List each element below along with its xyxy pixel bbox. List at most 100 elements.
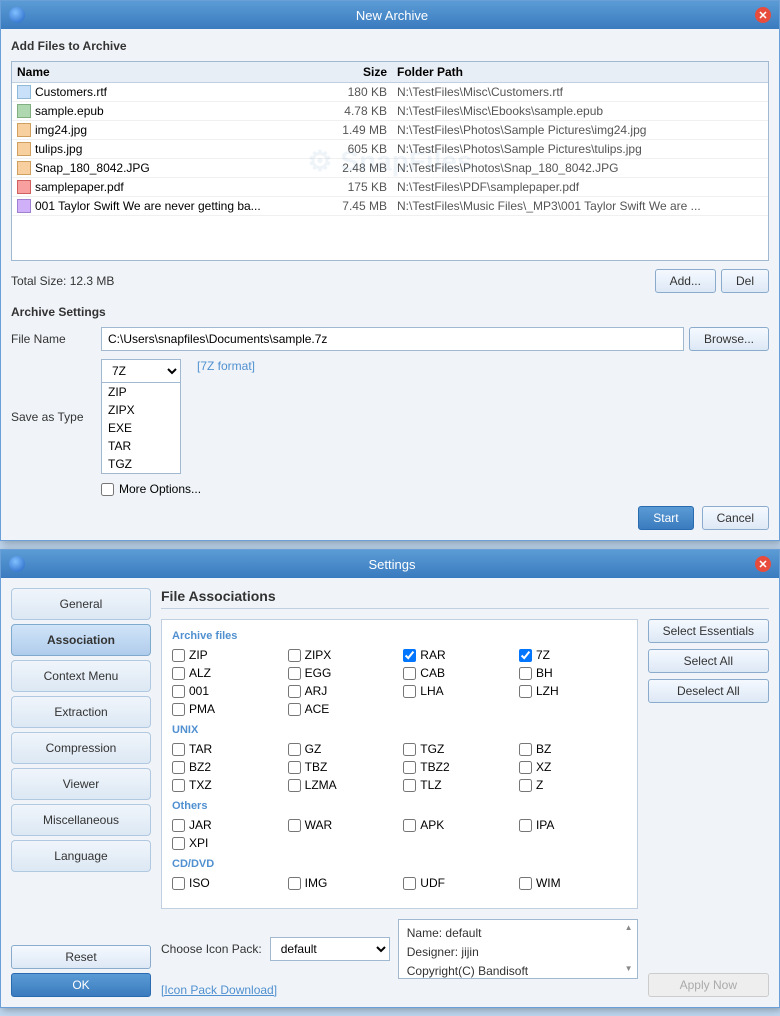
file-list-header: Name Size Folder Path [12, 62, 768, 83]
settings-inner-main: Archive files ZIP ZIPX RAR 7Z ALZ EGG CA… [161, 619, 638, 997]
file-name: Snap_180_8042.JPG [35, 161, 150, 175]
select-all-button[interactable]: Select All [648, 649, 769, 673]
cddvd-group-title: CD/DVD [172, 858, 627, 870]
browse-button[interactable]: Browse... [689, 327, 769, 351]
table-row[interactable]: Customers.rtf 180 KB N:\TestFiles\Misc\C… [12, 83, 768, 102]
cb-tgz-input[interactable] [403, 743, 416, 756]
cb-zip-input[interactable] [172, 649, 185, 662]
reset-button[interactable]: Reset [11, 945, 151, 969]
more-options-checkbox[interactable] [101, 483, 114, 496]
cb-tlz-input[interactable] [403, 779, 416, 792]
settings-window-icon [9, 556, 25, 572]
archive-window: New Archive ✕ Add Files to Archive Name … [0, 0, 780, 541]
cb-bz2-input[interactable] [172, 761, 185, 774]
deselect-all-button[interactable]: Deselect All [648, 679, 769, 703]
cb-tar-input[interactable] [172, 743, 185, 756]
file-icon [17, 123, 31, 137]
archive-close-button[interactable]: ✕ [755, 7, 771, 23]
sidebar-item-viewer[interactable]: Viewer [11, 768, 151, 800]
cb-lzh-input[interactable] [519, 685, 532, 698]
sidebar-item-general[interactable]: General [11, 588, 151, 620]
start-button[interactable]: Start [638, 506, 693, 530]
total-size-text: Total Size: 12.3 MB [11, 274, 114, 288]
dropdown-item-zipx[interactable]: ZIPX [102, 401, 180, 419]
cb-zipx-input[interactable] [288, 649, 301, 662]
cb-xz-input[interactable] [519, 761, 532, 774]
cb-001-input[interactable] [172, 685, 185, 698]
cb-tbz-input[interactable] [288, 761, 301, 774]
cb-egg-input[interactable] [288, 667, 301, 680]
dropdown-item-zip[interactable]: ZIP [102, 383, 180, 401]
settings-title-bar: Settings ✕ [1, 550, 779, 578]
cb-gz-input[interactable] [288, 743, 301, 756]
archive-title: New Archive [29, 8, 755, 23]
cb-apk-input[interactable] [403, 819, 416, 832]
cb-rar-input[interactable] [403, 649, 416, 662]
cb-bh-input[interactable] [519, 667, 532, 680]
dropdown-item-tar[interactable]: TAR [102, 437, 180, 455]
sidebar-item-miscellaneous[interactable]: Miscellaneous [11, 804, 151, 836]
add-button[interactable]: Add... [655, 269, 716, 293]
scroll-down-arrow: ▼ [625, 963, 633, 976]
cb-wim: WIM [519, 876, 627, 890]
sidebar-item-context[interactable]: Context Menu [11, 660, 151, 692]
table-row[interactable]: Snap_180_8042.JPG 2.48 MB N:\TestFiles\P… [12, 159, 768, 178]
cb-bz: BZ [519, 742, 627, 756]
cb-war-input[interactable] [288, 819, 301, 832]
ok-button[interactable]: OK [11, 973, 151, 997]
file-list-container: Name Size Folder Path Customers.rtf 180 … [11, 61, 769, 261]
sidebar-item-extraction[interactable]: Extraction [11, 696, 151, 728]
cb-img-input[interactable] [288, 877, 301, 890]
cb-lzma-input[interactable] [288, 779, 301, 792]
file-name-input[interactable] [101, 327, 684, 351]
dropdown-item-exe[interactable]: EXE [102, 419, 180, 437]
cb-rar: RAR [403, 648, 511, 662]
more-options-label[interactable]: More Options... [119, 482, 201, 496]
sidebar-item-compression[interactable]: Compression [11, 732, 151, 764]
settings-close-button[interactable]: ✕ [755, 556, 771, 572]
cb-wim-input[interactable] [519, 877, 532, 890]
dropdown-item-tgz[interactable]: TGZ [102, 455, 180, 473]
cb-ipa-input[interactable] [519, 819, 532, 832]
file-path: N:\TestFiles\Photos\Sample Pictures\img2… [397, 123, 763, 137]
cb-lha-input[interactable] [403, 685, 416, 698]
icon-pack-select[interactable]: default [270, 937, 390, 961]
cancel-button[interactable]: Cancel [702, 506, 769, 530]
cb-bz-input[interactable] [519, 743, 532, 756]
cb-z-input[interactable] [519, 779, 532, 792]
cb-lha: LHA [403, 684, 511, 698]
cb-iso-input[interactable] [172, 877, 185, 890]
cb-ace-input[interactable] [288, 703, 301, 716]
sidebar-item-language[interactable]: Language [11, 840, 151, 872]
del-button[interactable]: Del [721, 269, 769, 293]
cb-tbz2-input[interactable] [403, 761, 416, 774]
table-row[interactable]: tulips.jpg 605 KB N:\TestFiles\Photos\Sa… [12, 140, 768, 159]
table-row[interactable]: 001 Taylor Swift We are never getting ba… [12, 197, 768, 216]
save-type-select[interactable]: 7Z ZIP ZIPX EXE TAR TGZ [101, 359, 181, 383]
cb-txz-input[interactable] [172, 779, 185, 792]
cb-arj-input[interactable] [288, 685, 301, 698]
cb-7z-input[interactable] [519, 649, 532, 662]
table-row[interactable]: img24.jpg 1.49 MB N:\TestFiles\Photos\Sa… [12, 121, 768, 140]
cb-001: 001 [172, 684, 280, 698]
cb-jar-input[interactable] [172, 819, 185, 832]
col-header-path: Folder Path [397, 65, 763, 79]
file-list-buttons: Add... Del [655, 269, 769, 293]
cb-xpi-input[interactable] [172, 837, 185, 850]
cb-udf-input[interactable] [403, 877, 416, 890]
cb-cab-input[interactable] [403, 667, 416, 680]
cb-pma-input[interactable] [172, 703, 185, 716]
file-name: Customers.rtf [35, 85, 107, 99]
table-row[interactable]: sample.epub 4.78 KB N:\TestFiles\Misc\Eb… [12, 102, 768, 121]
file-name: samplepaper.pdf [35, 180, 124, 194]
icon-pack-download-link[interactable]: [Icon Pack Download] [161, 983, 277, 997]
sidebar-item-association[interactable]: Association [11, 624, 151, 656]
archive-settings: Archive Settings File Name Browse... Sav… [11, 305, 769, 496]
cb-alz-input[interactable] [172, 667, 185, 680]
apply-now-button[interactable]: Apply Now [648, 973, 769, 997]
cb-7z: 7Z [519, 648, 627, 662]
file-name-row: File Name Browse... [11, 327, 769, 351]
select-essentials-button[interactable]: Select Essentials [648, 619, 769, 643]
cb-zipx: ZIPX [288, 648, 396, 662]
table-row[interactable]: samplepaper.pdf 175 KB N:\TestFiles\PDF\… [12, 178, 768, 197]
